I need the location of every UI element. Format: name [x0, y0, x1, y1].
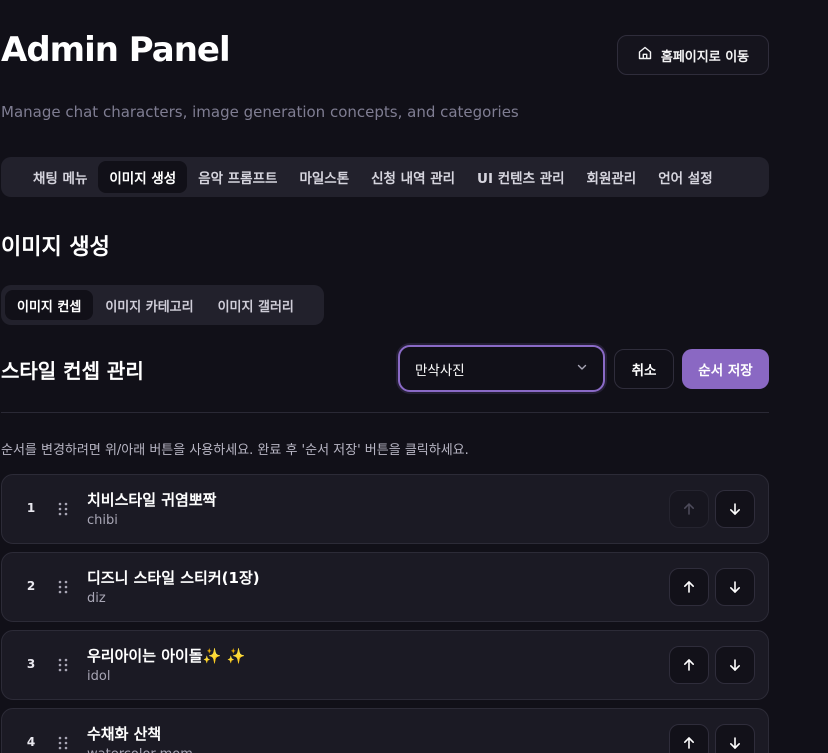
- subtab-image-concept[interactable]: 이미지 컨셉: [5, 290, 94, 320]
- arrow-down-icon: [730, 737, 740, 749]
- concept-name: 우리아이는 아이돌✨ ✨: [87, 647, 246, 665]
- move-up-button[interactable]: [669, 568, 709, 606]
- move-down-button[interactable]: [715, 568, 755, 606]
- save-order-button[interactable]: 순서 저장: [682, 349, 769, 389]
- home-icon: [637, 45, 653, 65]
- arrow-down-icon: [730, 581, 740, 593]
- grip-icon[interactable]: [57, 579, 69, 595]
- tab-image-generation[interactable]: 이미지 생성: [98, 161, 188, 193]
- concept-key: idol: [87, 669, 111, 684]
- chevron-down-icon: [575, 360, 589, 378]
- subtab-image-category[interactable]: 이미지 카테고리: [93, 290, 205, 320]
- arrow-down-icon: [730, 503, 740, 515]
- tab-chat-menu[interactable]: 채팅 메뉴: [22, 161, 98, 193]
- concept-section-title: 스타일 컨셉 관리: [1, 359, 144, 383]
- divider: [1, 412, 769, 413]
- tab-milestone[interactable]: 마일스톤: [288, 161, 360, 193]
- tab-members[interactable]: 회원관리: [576, 161, 648, 193]
- reorder-hint: 순서를 변경하려면 위/아래 버튼을 사용하세요. 완료 후 '순서 저장' 버…: [1, 443, 469, 458]
- concept-name: 치비스타일 귀염뽀짝: [87, 491, 217, 509]
- concept-key: chibi: [87, 513, 118, 528]
- grip-icon[interactable]: [57, 501, 69, 517]
- sub-tab-bar: 이미지 컨셉 이미지 카테고리 이미지 갤러리: [1, 285, 324, 325]
- subtab-image-gallery[interactable]: 이미지 갤러리: [206, 290, 306, 320]
- page-title: Admin Panel: [1, 30, 231, 70]
- row-order: 4: [26, 735, 36, 749]
- move-up-button[interactable]: [669, 490, 709, 528]
- tab-language[interactable]: 언어 설정: [647, 161, 723, 193]
- arrow-up-icon: [684, 659, 694, 671]
- concept-key: diz: [87, 591, 106, 606]
- row-order: 2: [26, 579, 36, 593]
- concept-row: 3 우리아이는 아이돌✨ ✨ idol: [1, 630, 769, 700]
- concept-key: watercolor-mom: [87, 747, 193, 753]
- page-subtitle: Manage chat characters, image generation…: [1, 103, 519, 121]
- category-select-value: 만삭사진: [415, 362, 465, 379]
- arrow-up-icon: [684, 503, 694, 515]
- concept-name: 수채화 산책: [87, 725, 162, 743]
- concept-row: 2 디즈니 스타일 스티커(1장) diz: [1, 552, 769, 622]
- concept-row: 4 수채화 산책 watercolor-mom: [1, 708, 769, 753]
- move-down-button[interactable]: [715, 724, 755, 753]
- section-title: 이미지 생성: [1, 235, 110, 260]
- tab-applications[interactable]: 신청 내역 관리: [360, 161, 466, 193]
- move-down-button[interactable]: [715, 490, 755, 528]
- arrow-up-icon: [684, 581, 694, 593]
- grip-icon[interactable]: [57, 735, 69, 751]
- go-home-button[interactable]: 홈페이지로 이동: [617, 35, 769, 75]
- concept-row: 1 치비스타일 귀염뽀짝 chibi: [1, 474, 769, 544]
- row-order: 3: [26, 657, 36, 671]
- move-up-button[interactable]: [669, 724, 709, 753]
- grip-icon[interactable]: [57, 657, 69, 673]
- tab-music-prompt[interactable]: 음악 프롬프트: [187, 161, 288, 193]
- admin-page: Admin Panel Manage chat characters, imag…: [0, 0, 828, 753]
- move-up-button[interactable]: [669, 646, 709, 684]
- concept-name: 디즈니 스타일 스티커(1장): [87, 569, 260, 587]
- main-tab-bar: 채팅 메뉴 이미지 생성 음악 프롬프트 마일스톤 신청 내역 관리 UI 컨텐…: [1, 157, 769, 197]
- row-order: 1: [26, 501, 36, 515]
- arrow-down-icon: [730, 659, 740, 671]
- move-down-button[interactable]: [715, 646, 755, 684]
- concept-list: 1 치비스타일 귀염뽀짝 chibi 2 디즈니 스타일 스티커(1장) diz: [1, 474, 769, 753]
- go-home-label: 홈페이지로 이동: [660, 49, 750, 65]
- category-select[interactable]: 만삭사진: [398, 345, 605, 392]
- cancel-button[interactable]: 취소: [614, 349, 674, 389]
- tab-ui-content[interactable]: UI 컨텐츠 관리: [466, 161, 576, 193]
- arrow-up-icon: [684, 737, 694, 749]
